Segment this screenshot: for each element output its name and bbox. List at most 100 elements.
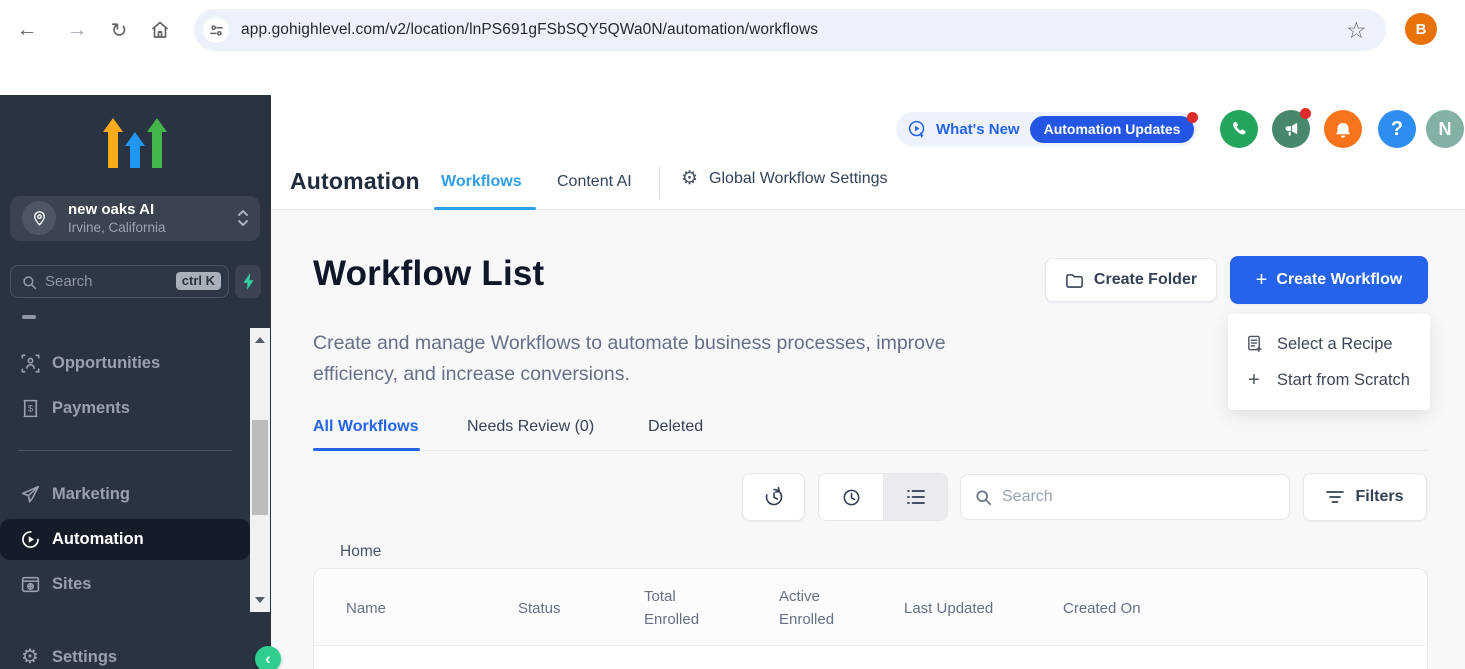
search-icon (22, 275, 37, 290)
account-chevrons-icon[interactable] (237, 208, 249, 228)
menu-item-start-from-scratch[interactable]: + Start from Scratch (1228, 362, 1430, 398)
section-title: Workflow List (313, 254, 544, 294)
question-icon: ? (1391, 118, 1403, 141)
tab-deleted[interactable]: Deleted (648, 418, 703, 436)
sidebar-collapse-button[interactable]: ‹ (255, 646, 281, 669)
plus-icon: + (1244, 369, 1264, 392)
create-folder-button[interactable]: Create Folder (1045, 258, 1217, 302)
settings-gear-icon: ⚙ (19, 647, 41, 667)
col-created-on: Created On (1063, 597, 1141, 620)
account-selector[interactable]: new oaks AI Irvine, California (10, 196, 260, 241)
create-workflow-button[interactable]: + Create Workflow (1230, 256, 1428, 304)
gear-icon: ⚙ (681, 169, 698, 189)
col-name: Name (346, 597, 386, 620)
announcement-icon (907, 119, 928, 140)
location-pin-icon (22, 201, 56, 235)
sidebar-item-sites[interactable]: Sites (0, 567, 250, 601)
page-header: What's New Automation Updates (271, 95, 1465, 210)
marketing-icon (19, 484, 41, 505)
sidebar-item-opportunities[interactable]: Opportunities (0, 346, 250, 380)
tab-content-ai[interactable]: Content AI (557, 173, 632, 191)
phone-button[interactable] (1220, 110, 1258, 148)
announcements-button[interactable] (1272, 110, 1310, 148)
folder-icon (1065, 272, 1084, 289)
scroll-up-arrow-icon[interactable] (255, 337, 265, 343)
workflow-list-page: Workflow List Create and manage Workflow… (271, 210, 1465, 669)
notification-dot (1300, 108, 1311, 119)
browser-profile-avatar[interactable]: B (1405, 13, 1437, 45)
whats-new-pill[interactable]: What's New Automation Updates (896, 112, 1197, 146)
gohighlevel-logo-icon (103, 118, 167, 174)
bell-icon (1334, 120, 1352, 139)
scrollbar-thumb[interactable] (252, 420, 268, 515)
url-text: app.gohighlevel.com/v2/location/lnPS691g… (241, 21, 818, 39)
bookmarks-bar: All Bookmarks (0, 60, 1465, 95)
sidebar-item-automation[interactable]: Automation (0, 519, 250, 560)
notification-dot (1187, 112, 1198, 123)
section-description: Create and manage Workflows to automate … (313, 328, 1018, 390)
automation-updates-badge[interactable]: Automation Updates (1030, 116, 1195, 143)
phone-icon (1230, 120, 1248, 138)
sidebar-item-marketing[interactable]: Marketing (0, 477, 250, 511)
history-clock-icon (763, 486, 785, 508)
menu-item-select-recipe[interactable]: Select a Recipe (1228, 326, 1430, 362)
home-icon[interactable] (149, 19, 171, 41)
search-icon (975, 489, 992, 506)
truncated-menu-item (22, 315, 36, 319)
filters-button[interactable]: Filters (1303, 473, 1427, 521)
view-toggle (818, 473, 948, 521)
list-view-button[interactable] (883, 474, 947, 520)
sidebar-scrollbar[interactable] (250, 328, 270, 612)
sidebar-search-input[interactable] (45, 267, 165, 296)
workflow-search[interactable] (960, 474, 1290, 520)
tab-workflows[interactable]: Workflows (441, 173, 522, 191)
create-workflow-menu: Select a Recipe + Start from Scratch (1228, 314, 1430, 410)
list-icon (906, 488, 926, 506)
page-title: Automation (290, 168, 420, 195)
active-tab-underline (313, 448, 420, 451)
tab-all-workflows[interactable]: All Workflows (313, 418, 419, 436)
enrollment-history-button[interactable] (742, 473, 805, 521)
sidebar-item-payments[interactable]: $ Payments (0, 391, 250, 425)
workflow-search-input[interactable] (1002, 488, 1272, 506)
bolt-icon (242, 273, 255, 290)
back-icon[interactable]: ← (14, 17, 40, 43)
forward-icon[interactable]: → (64, 17, 90, 43)
url-bar[interactable]: app.gohighlevel.com/v2/location/lnPS691g… (194, 9, 1386, 51)
col-active-enrolled: Active Enrolled (779, 585, 843, 631)
payments-icon: $ (19, 398, 41, 419)
scroll-down-arrow-icon[interactable] (255, 597, 265, 603)
screenshot-root: ← → ↻ app.gohighlevel.com/v2/location/ln… (0, 0, 1465, 669)
sidebar: new oaks AI Irvine, California ctrl K (0, 95, 271, 669)
clock-icon (841, 487, 862, 508)
whats-new-label: What's New (936, 121, 1020, 138)
account-name: new oaks AI (68, 201, 154, 218)
col-total-enrolled: Total Enrolled (644, 585, 708, 631)
bookmark-star-icon[interactable]: ☆ (1346, 17, 1367, 44)
sidebar-divider (18, 450, 232, 451)
automation-icon (19, 529, 41, 550)
sidebar-search[interactable]: ctrl K (10, 265, 229, 298)
tabs-baseline (313, 450, 1428, 451)
notifications-button[interactable] (1324, 110, 1362, 148)
browser-toolbar: ← → ↻ app.gohighlevel.com/v2/location/ln… (0, 0, 1465, 60)
tab-needs-review[interactable]: Needs Review (0) (467, 418, 594, 436)
site-settings-icon[interactable] (203, 17, 229, 43)
megaphone-icon (1283, 121, 1300, 138)
recent-view-button[interactable] (819, 474, 883, 520)
tabs-divider (659, 167, 660, 199)
account-location: Irvine, California (68, 220, 166, 235)
reload-icon[interactable]: ↻ (106, 17, 132, 43)
workflow-table: Name Status Total Enrolled Active Enroll… (313, 568, 1428, 669)
global-workflow-settings-link[interactable]: ⚙ Global Workflow Settings (681, 169, 888, 189)
col-last-updated: Last Updated (904, 597, 993, 620)
user-avatar[interactable]: N (1426, 110, 1464, 148)
help-button[interactable]: ? (1378, 110, 1416, 148)
plus-icon: + (1256, 269, 1268, 292)
breadcrumb-home[interactable]: Home (340, 543, 381, 561)
table-header-row: Name Status Total Enrolled Active Enroll… (314, 569, 1427, 646)
quick-actions-button[interactable] (235, 265, 261, 298)
sites-icon (19, 574, 41, 595)
svg-text:$: $ (27, 403, 33, 414)
sidebar-item-settings[interactable]: ⚙ Settings (0, 640, 250, 669)
